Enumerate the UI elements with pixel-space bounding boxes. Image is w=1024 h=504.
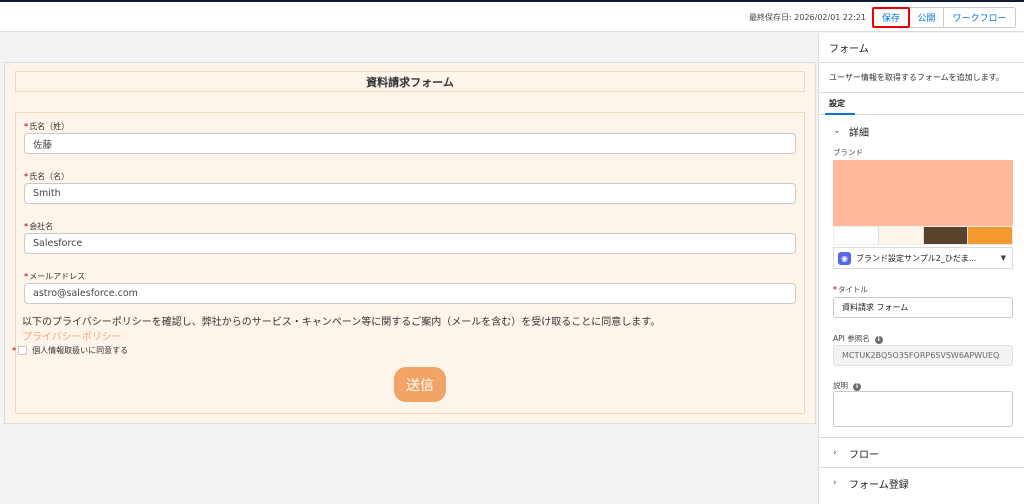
save-button[interactable]: 保存	[872, 7, 910, 28]
api-name-label: API 参照名 i	[833, 333, 883, 344]
privacy-consent-text: 以下のプライバシーポリシーを確認し、弊社からのサービス・キャンペーン等に関するご…	[22, 317, 661, 328]
form-container[interactable]: 資料請求フォーム *氏名（姓） 佐藤 *氏名（名） Smith *会社名 Sal…	[5, 63, 815, 423]
last-name-field: *氏名（姓） 佐藤	[24, 121, 796, 154]
info-icon[interactable]: i	[874, 335, 883, 344]
last-name-label: 氏名（姓）	[29, 122, 70, 131]
panel-title: フォーム	[819, 33, 1024, 63]
company-field: *会社名 Salesforce	[24, 221, 796, 254]
required-mark: *	[24, 272, 29, 281]
consent-label: 個人情報取扱いに同意する	[32, 346, 129, 355]
last-name-input[interactable]: 佐藤	[24, 133, 796, 154]
brand-swatch	[834, 227, 879, 244]
panel-description: ユーザー情報を取得するフォームを追加します。	[819, 63, 1024, 93]
brand-preview	[833, 160, 1013, 245]
first-name-field: *氏名（名） Smith	[24, 171, 796, 204]
tab-settings[interactable]: 設定	[819, 93, 1024, 115]
form-registration-section-label: フォーム登録	[849, 479, 909, 491]
brand-main-color	[833, 160, 1013, 226]
form-body: *氏名（姓） 佐藤 *氏名（名） Smith *会社名 Salesforce *…	[12, 112, 805, 414]
form-registration-section-toggle[interactable]: › フォーム登録	[819, 473, 909, 493]
email-input[interactable]: astro@salesforce.com	[24, 283, 796, 304]
chevron-right-icon: ›	[833, 478, 837, 488]
chevron-down-icon: ⌄	[833, 126, 841, 136]
brand-select[interactable]: ◉ ブランド設定サンプル2_ひだま... ▼	[833, 247, 1013, 269]
description-textarea[interactable]	[833, 391, 1013, 427]
caret-down-icon: ▼	[1000, 254, 1006, 262]
brand-swatch	[878, 227, 924, 244]
flow-section-toggle[interactable]: › フロー	[819, 443, 879, 463]
flow-section-label: フロー	[849, 449, 879, 461]
details-section-toggle[interactable]: ⌄ 詳細	[819, 121, 869, 141]
brand-swatch	[923, 227, 969, 244]
form-title: 資料請求フォーム	[15, 71, 805, 92]
title-input[interactable]: 資料請求 フォーム	[833, 297, 1013, 318]
palette-icon: ◉	[838, 251, 851, 265]
required-mark: *	[24, 172, 29, 181]
required-mark: *	[24, 122, 29, 131]
first-name-input[interactable]: Smith	[24, 183, 796, 204]
properties-panel: フォーム ユーザー情報を取得するフォームを追加します。 設定 ⌄ 詳細 ブランド…	[818, 33, 1024, 504]
description-label: 説明 i	[833, 380, 861, 391]
consent-checkbox[interactable]	[18, 346, 28, 355]
first-name-label: 氏名（名）	[29, 172, 70, 181]
info-icon[interactable]: i	[853, 382, 861, 391]
divider	[819, 467, 1024, 468]
required-mark: *	[24, 222, 29, 231]
chevron-right-icon: ›	[833, 448, 837, 458]
form-canvas: 資料請求フォーム *氏名（姓） 佐藤 *氏名（名） Smith *会社名 Sal…	[4, 62, 816, 424]
required-mark: *	[12, 346, 17, 355]
brand-swatch	[968, 227, 1012, 244]
brand-label: ブランド	[833, 148, 863, 157]
email-label: メールアドレス	[29, 272, 86, 281]
top-toolbar: 最終保存日: 2026/02/01 22:21 保存 公開 ワークフロー	[0, 0, 1024, 32]
publish-button[interactable]: 公開	[910, 7, 944, 28]
company-input[interactable]: Salesforce	[24, 233, 796, 254]
last-saved-text: 最終保存日: 2026/02/01 22:21	[749, 13, 866, 22]
brand-swatch-row	[833, 226, 1013, 245]
consent-row: * 個人情報取扱いに同意する	[12, 345, 128, 356]
divider	[819, 437, 1024, 438]
toolbar-button-group: 保存 公開 ワークフロー	[872, 7, 1016, 28]
required-mark: *	[833, 285, 837, 294]
submit-button[interactable]: 送信	[394, 367, 446, 402]
title-label: *タイトル	[833, 285, 868, 294]
privacy-policy-link[interactable]: プライバシーポリシー	[22, 328, 122, 343]
email-field: *メールアドレス astro@salesforce.com	[24, 271, 796, 304]
company-label: 会社名	[29, 222, 54, 231]
brand-select-value: ブランド設定サンプル2_ひだま...	[856, 253, 977, 263]
details-section-label: 詳細	[849, 127, 869, 139]
workflow-button[interactable]: ワークフロー	[944, 7, 1016, 28]
api-name-input: MCTUK2BQ5O35FORP6SVSW6APWUEQ	[833, 345, 1013, 366]
